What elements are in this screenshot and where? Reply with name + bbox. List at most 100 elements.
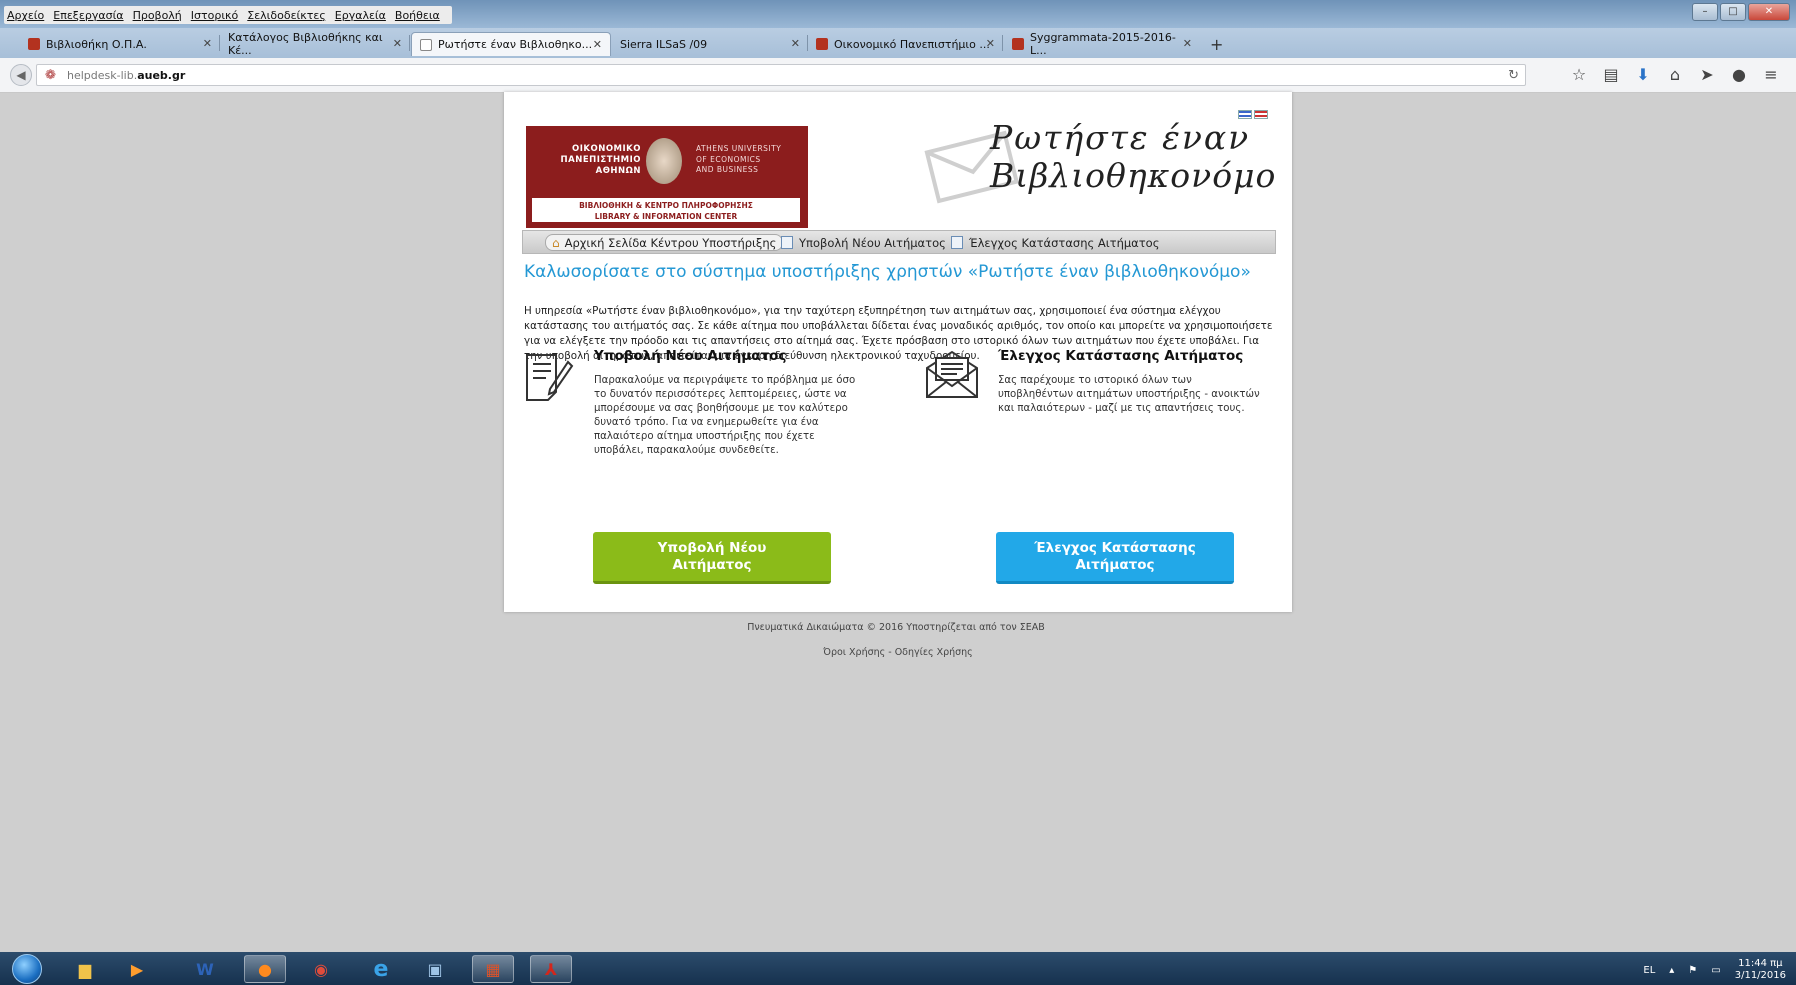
university-favicon-icon [816, 38, 828, 50]
nav-submit-label: Υποβολή Νέου Αιτήματος [799, 235, 946, 250]
tab-label: Βιβλιοθήκη Ο.Π.Α. [46, 37, 147, 51]
check-status-button[interactable]: Έλεγχος Κατάστασης Αιτήματος [996, 532, 1234, 584]
menu-history[interactable]: Ιστορικό [191, 9, 239, 22]
edit-document-icon [526, 354, 574, 401]
tab-library[interactable]: Βιβλιοθήκη Ο.Π.Α. ✕ [20, 32, 220, 56]
clock-date: 3/11/2016 [1734, 970, 1786, 981]
tab-label: Κατάλογος Βιβλιοθήκης και Κέ... [228, 31, 383, 57]
menu-file[interactable]: Αρχείο [7, 9, 44, 22]
download-icon[interactable]: ⬇ [1634, 65, 1652, 84]
firefox-icon[interactable]: ● [244, 955, 286, 983]
start-button[interactable] [12, 954, 42, 984]
clock[interactable]: 11:44 πμ 3/11/2016 [1735, 958, 1786, 982]
footer-links[interactable]: Όροι Χρήσης - Οδηγίες Χρήσης [0, 647, 1796, 658]
logo-text: LIBRARY & INFORMATION CENTER [594, 212, 738, 221]
action-center-flag-icon[interactable]: ⚑ [1688, 965, 1697, 976]
ticket-status-icon [951, 236, 963, 249]
tab-catalog[interactable]: Κατάλογος Βιβλιοθήκης και Κέ... ✕ [220, 31, 410, 57]
menu-icon[interactable]: ≡ [1762, 65, 1780, 84]
reading-list-icon[interactable]: ▤ [1602, 65, 1620, 84]
file-explorer-icon[interactable]: ▆ [64, 955, 106, 983]
clock-time: 11:44 πμ [1738, 958, 1783, 969]
media-player-icon[interactable]: ▶ [116, 955, 158, 983]
helpdesk-nav: ⌂ Αρχική Σελίδα Κέντρου Υποστήριξης Υποβ… [522, 230, 1276, 254]
chrome-icon[interactable]: ◉ [300, 955, 342, 983]
close-window-icon[interactable]: ✕ [1748, 3, 1790, 21]
logo-text: ΟΙΚΟΝΟΜΙΚΟ [572, 144, 641, 154]
submit-ticket-button[interactable]: Υποβολή Νέου Αιτήματος [593, 532, 831, 584]
home-icon[interactable]: ⌂ [1666, 65, 1684, 84]
button-label: Υποβολή Νέου Αιτήματος [658, 540, 767, 574]
tab-sierra[interactable]: Sierra ILSaS /09 ✕ [612, 32, 808, 56]
site-title-line1: Ρωτήστε έναν [990, 118, 1251, 157]
scanner-app-icon[interactable]: ▣ [414, 955, 456, 983]
nav-home-label: Αρχική Σελίδα Κέντρου Υποστήριξης [564, 235, 777, 250]
new-ticket-icon [781, 236, 793, 249]
plus-icon: + [1210, 34, 1224, 54]
tab-bar: Βιβλιοθήκη Ο.Π.Α. ✕ Κατάλογος Βιβλιοθήκη… [0, 28, 1796, 58]
reload-icon[interactable]: ↻ [1508, 68, 1519, 83]
network-icon[interactable]: ▭ [1711, 965, 1720, 976]
nav-home[interactable]: ⌂ Αρχική Σελίδα Κέντρου Υποστήριξης [545, 234, 784, 251]
nav-check-status[interactable]: Έλεγχος Κατάστασης Αιτήματος [951, 234, 1159, 251]
logo-text: ATHENS UNIVERSITY [696, 144, 782, 153]
envelope-favicon-icon [420, 38, 432, 51]
menubar: Αρχείο Επεξεργασία Προβολή Ιστορικό Σελι… [0, 0, 1796, 28]
send-icon[interactable]: ➤ [1698, 65, 1716, 84]
minimize-icon[interactable]: – [1692, 3, 1718, 21]
word-icon[interactable]: W [184, 955, 226, 983]
button-label-line: Υποβολή Νέου [657, 539, 767, 556]
tab-label: Sierra ILSaS /09 [620, 37, 708, 51]
maximize-icon[interactable]: □ [1720, 3, 1746, 21]
close-tab-icon[interactable]: ✕ [393, 37, 402, 50]
nav-submit-ticket[interactable]: Υποβολή Νέου Αιτήματος [781, 234, 946, 251]
menu-list: Αρχείο Επεξεργασία Προβολή Ιστορικό Σελι… [4, 6, 452, 24]
copyright-label: Πνευματικά Δικαιώματα © 2016 Υποστηρίζετ… [747, 622, 1045, 633]
back-button[interactable]: ◀ [10, 64, 32, 86]
tab-label: Syggrammata-2015-2016-L... [1029, 31, 1176, 57]
close-tab-icon[interactable]: ✕ [986, 37, 995, 50]
taskbar: ▆ ▶ W ● ◉ e ▣ ▦ ⅄ EL ▴ ⚑ ▭ 11:44 πμ 3/11… [0, 952, 1796, 985]
logo-library-band: ΒΙΒΛΙΟΘΗΚΗ & ΚΕΝΤΡΟ ΠΛΗΡΟΦΟΡΗΣΗΣ LIBRARY… [532, 198, 800, 222]
tab-university[interactable]: Οικονομικό Πανεπιστήμιο ... ✕ [808, 32, 1003, 56]
tab-label: Ρωτήστε έναν Βιβλιοθηκο... [438, 38, 593, 51]
internet-explorer-icon[interactable]: e [360, 955, 402, 983]
button-label-line: Αιτήματος [672, 556, 752, 573]
url-text: helpdesk-lib.aueb.gr [67, 69, 185, 82]
menu-view[interactable]: Προβολή [133, 9, 182, 22]
helpdesk-card: ΟΙΚΟΝΟΜΙΚΟ ΠΑΝΕΠΙΣΤΗΜΙΟ ΑΘΗΝΩΝ ATHENS UN… [504, 92, 1292, 612]
menu-tools[interactable]: Εργαλεία [335, 9, 386, 22]
close-tab-icon[interactable]: ✕ [791, 37, 800, 50]
close-tab-icon[interactable]: ✕ [1183, 37, 1192, 50]
site-identity-icon[interactable]: ❁ [45, 68, 56, 83]
home-icon: ⌂ [552, 235, 560, 250]
welcome-heading: Καλωσορίσατε στο σύστημα υποστήριξης χρη… [524, 262, 1251, 282]
button-label-line: Αιτήματος [1075, 556, 1155, 573]
powerpoint-icon[interactable]: ▦ [472, 955, 514, 983]
menu-help[interactable]: Βοήθεια [395, 9, 440, 22]
status-heading: Έλεγχος Κατάστασης Αιτήματος [998, 348, 1244, 364]
chat-icon[interactable]: ● [1730, 65, 1748, 84]
logo-text: ΑΘΗΝΩΝ [595, 166, 641, 176]
tab-syggrammata[interactable]: Syggrammata-2015-2016-L... ✕ [1004, 31, 1200, 57]
close-tab-icon[interactable]: ✕ [203, 37, 212, 50]
site-title-line2: Βιβλιοθηκονόμο [990, 156, 1277, 195]
close-tab-icon[interactable]: ✕ [593, 38, 602, 51]
new-tab-button[interactable]: + [1202, 32, 1232, 56]
url-domain: aueb.gr [137, 69, 186, 82]
bookmark-star-icon[interactable]: ☆ [1570, 65, 1588, 84]
acrobat-icon[interactable]: ⅄ [530, 955, 572, 983]
tab-ask-librarian[interactable]: Ρωτήστε έναν Βιβλιοθηκο... ✕ [411, 32, 611, 56]
address-bar[interactable]: ❁ helpdesk-lib.aueb.gr ↻ [36, 64, 1526, 86]
logo-english-name: ATHENS UNIVERSITY OF ECONOMICS AND BUSIN… [696, 144, 781, 176]
university-logo[interactable]: ΟΙΚΟΝΟΜΙΚΟ ΠΑΝΕΠΙΣΤΗΜΙΟ ΑΘΗΝΩΝ ATHENS UN… [526, 126, 808, 228]
show-hidden-icons-icon[interactable]: ▴ [1669, 965, 1674, 976]
seal-icon [646, 138, 682, 184]
english-flag-icon[interactable] [1254, 110, 1268, 119]
nav-status-label: Έλεγχος Κατάστασης Αιτήματος [969, 235, 1160, 250]
navigation-bar: ◀ ❁ helpdesk-lib.aueb.gr ↻ ☆ ▤ ⬇ ⌂ ➤ ● ≡ [0, 58, 1796, 93]
menu-bookmarks[interactable]: Σελιδοδείκτες [247, 9, 326, 22]
input-language[interactable]: EL [1643, 965, 1655, 976]
menu-edit[interactable]: Επεξεργασία [53, 9, 123, 22]
logo-text: OF ECONOMICS [696, 154, 761, 164]
